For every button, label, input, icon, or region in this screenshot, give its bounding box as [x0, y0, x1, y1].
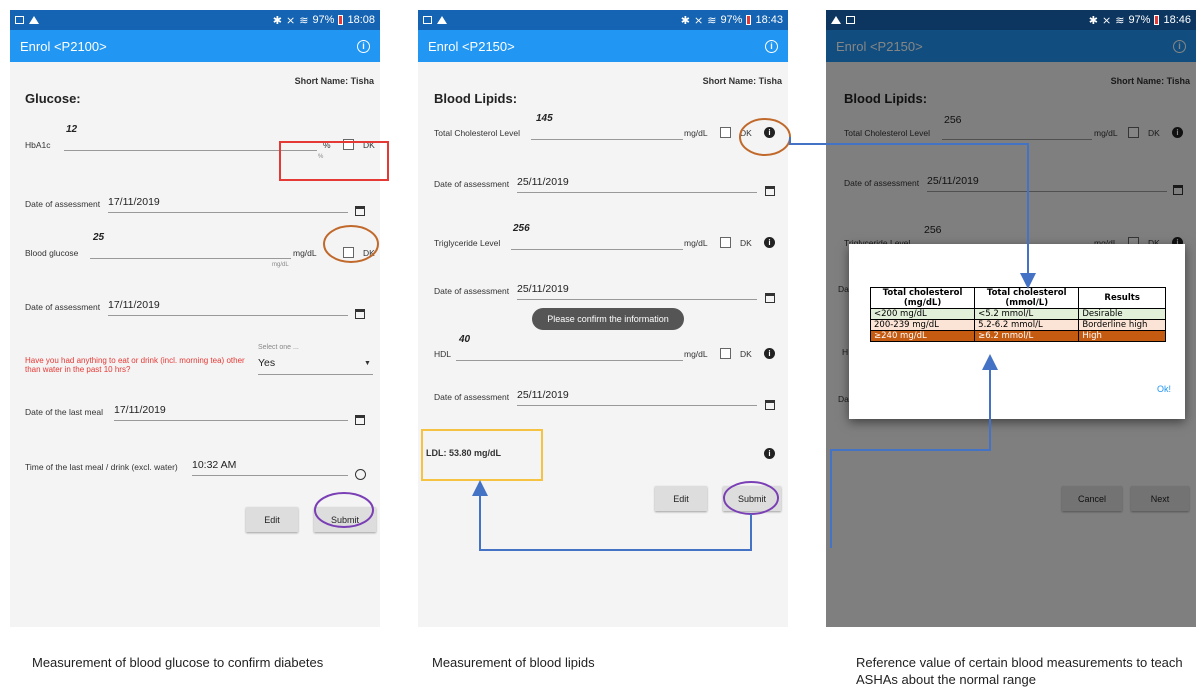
submit-to-ldl-arrow — [472, 480, 752, 551]
ldl-highlight-box — [421, 429, 543, 481]
caption-glucose: Measurement of blood glucose to confirm … — [32, 655, 324, 670]
annotation-layer — [279, 118, 1036, 551]
caption-lipids: Measurement of blood lipids — [432, 655, 595, 670]
info-to-dialog-arrow — [789, 137, 1036, 289]
submit-highlight — [723, 481, 779, 515]
next-to-table-arrow — [830, 354, 998, 548]
glucose-dk-highlight — [323, 225, 379, 263]
submit-highlight — [314, 492, 374, 528]
hba1c-highlight-box — [279, 141, 389, 181]
caption-reference: Reference value of certain blood measure… — [856, 655, 1183, 687]
tc-info-highlight — [739, 118, 791, 156]
